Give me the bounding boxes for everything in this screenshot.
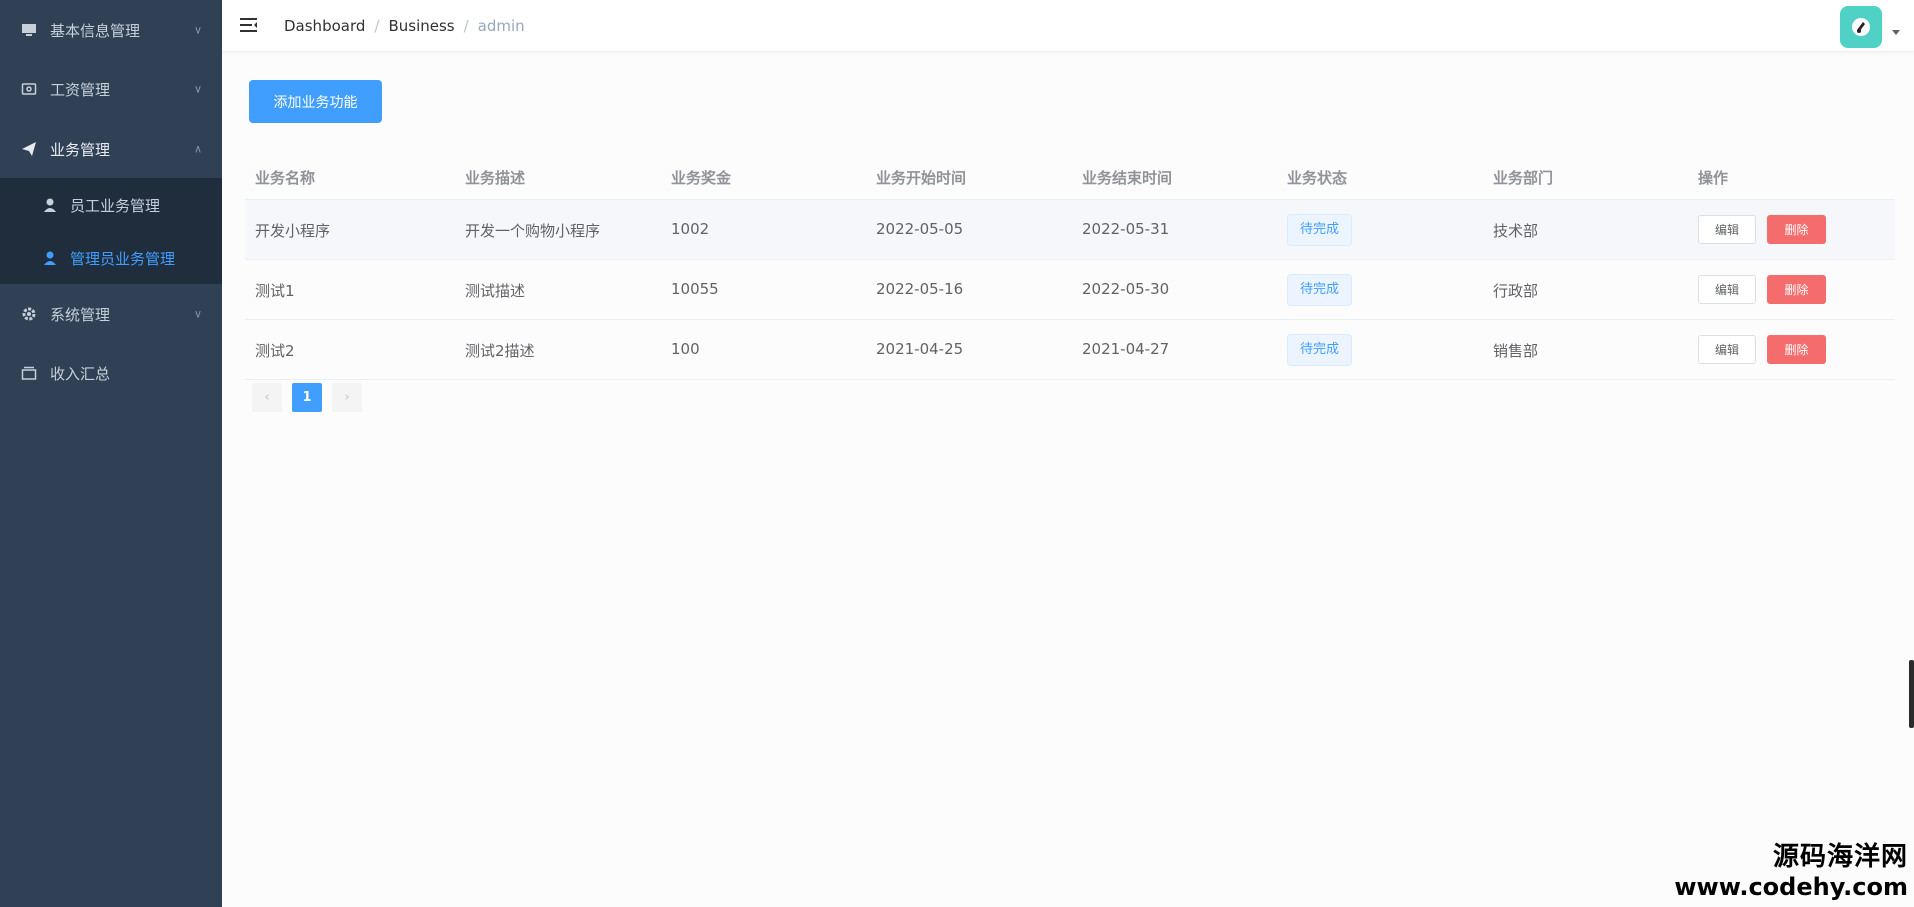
cell-desc: 测试描述 [465,282,526,300]
menu-label: 业务管理 [50,140,111,159]
column-header: 业务开始时间 [876,169,967,187]
column-header: 业务名称 [255,169,316,187]
column-header: 业务结束时间 [1082,169,1173,187]
status-badge: 待完成 [1287,214,1353,246]
cell-desc: 测试2描述 [465,342,535,360]
edit-button[interactable]: 编辑 [1698,275,1756,304]
submenu-label: 管理员业务管理 [70,249,176,268]
chevron-down-icon: ∨ [193,23,202,37]
user-icon [42,197,58,213]
cell-end: 2022-05-30 [1082,280,1170,298]
cell-start: 2021-04-25 [876,340,964,358]
table-row: 测试2 测试2描述 100 2021-04-25 2021-04-27 待完成 … [245,320,1895,380]
cell-name: 开发小程序 [255,222,331,240]
gear-icon [20,305,38,323]
column-header: 业务描述 [465,169,526,187]
delete-button[interactable]: 删除 [1767,335,1826,364]
avatar[interactable] [1840,6,1882,48]
hamburger-icon[interactable] [240,16,258,34]
delete-button[interactable]: 删除 [1767,215,1826,244]
table-row: 测试1 测试描述 10055 2022-05-16 2022-05-30 待完成… [245,260,1895,320]
monitor-icon [20,21,38,39]
cell-name: 测试1 [255,282,295,300]
caret-down-icon[interactable] [1892,30,1900,35]
cell-dept: 行政部 [1493,282,1539,300]
sidebar-item-employee-business[interactable]: 员工业务管理 [0,179,222,231]
edit-button[interactable]: 编辑 [1698,335,1756,364]
header: Dashboard / Business / admin [222,0,1914,52]
add-business-button[interactable]: 添加业务功能 [249,80,382,123]
delete-button[interactable]: 删除 [1767,275,1826,304]
breadcrumb-item-admin: admin [477,17,525,35]
cell-desc: 开发一个购物小程序 [465,222,601,240]
menu-item-salary[interactable]: 工资管理 ∨ [0,59,222,119]
wallet-icon [20,80,38,98]
column-header: 业务状态 [1287,169,1348,187]
menu-item-business[interactable]: 业务管理 ∧ [0,119,222,179]
menu-label: 系统管理 [50,305,111,324]
watermark: 源码海洋网 www.codehy.com [1674,836,1908,901]
cell-end: 2022-05-31 [1082,220,1170,238]
status-badge: 待完成 [1287,274,1353,306]
pagination: ‹ 1 › [252,383,362,412]
breadcrumb: Dashboard / Business / admin [284,17,525,35]
table-header: 业务名称 业务描述 业务奖金 业务开始时间 业务结束时间 业务状态 业务部门 操… [245,152,1895,200]
chevron-down-icon: ∨ [193,82,202,96]
watermark-title: 源码海洋网 [1772,842,1908,872]
cell-bonus: 1002 [671,220,710,238]
cell-start: 2022-05-05 [876,220,964,238]
page-number-button[interactable]: 1 [292,383,322,412]
sidebar: 基本信息管理 ∨ 工资管理 ∨ 业务管理 ∧ 员工业务管理 管理员业务管理 系统… [0,0,222,907]
user-icon [42,250,58,266]
column-header: 业务部门 [1493,169,1554,187]
cell-dept: 技术部 [1493,222,1539,240]
breadcrumb-item-dashboard[interactable]: Dashboard [284,17,365,35]
status-badge: 待完成 [1287,334,1353,366]
menu-label: 基本信息管理 [50,21,141,40]
menu-item-income[interactable]: 收入汇总 [0,343,222,403]
chevron-down-icon: ∨ [193,307,202,321]
paper-plane-icon [20,140,38,158]
cell-bonus: 10055 [671,280,719,298]
column-header: 操作 [1698,169,1729,187]
menu-item-system[interactable]: 系统管理 ∨ [0,284,222,344]
tray-icon [20,364,38,382]
cell-dept: 销售部 [1493,342,1539,360]
watermark-url: www.codehy.com [1674,873,1908,901]
next-page-button[interactable]: › [332,383,362,412]
table-row: 开发小程序 开发一个购物小程序 1002 2022-05-05 2022-05-… [245,200,1895,260]
breadcrumb-item-business[interactable]: Business [388,17,454,35]
menu-label: 工资管理 [50,80,111,99]
cell-end: 2021-04-27 [1082,340,1170,358]
breadcrumb-separator: / [374,17,380,35]
sidebar-item-admin-business[interactable]: 管理员业务管理 [0,232,222,284]
breadcrumb-separator: / [463,17,469,35]
submenu-label: 员工业务管理 [70,196,161,215]
cell-bonus: 100 [671,340,700,358]
column-header: 业务奖金 [671,169,732,187]
scrollbar[interactable] [1909,660,1914,728]
cell-start: 2022-05-16 [876,280,964,298]
menu-item-basic-info[interactable]: 基本信息管理 ∨ [0,0,222,60]
edit-button[interactable]: 编辑 [1698,215,1756,244]
cell-name: 测试2 [255,342,295,360]
menu-label: 收入汇总 [50,364,111,383]
chevron-up-icon: ∧ [193,142,202,156]
prev-page-button[interactable]: ‹ [252,383,282,412]
